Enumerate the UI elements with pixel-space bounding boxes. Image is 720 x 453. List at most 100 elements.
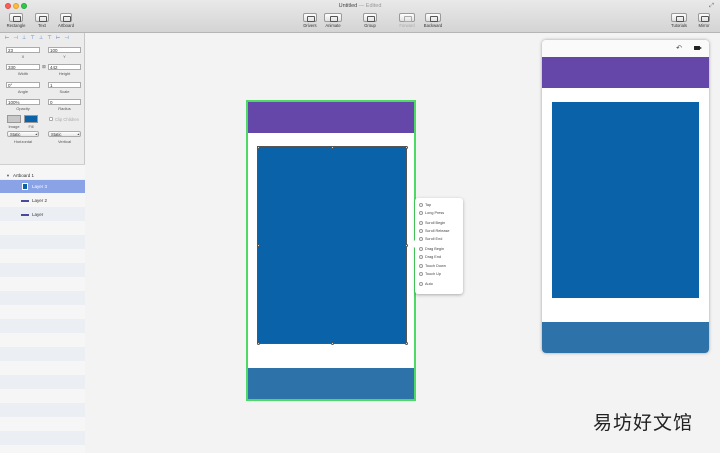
backward-button[interactable]: Backward xyxy=(420,13,446,28)
rectangle-icon xyxy=(9,13,23,22)
preview-device[interactable]: ↶ xyxy=(542,40,709,353)
artboard-layer-name: Artboard 1 xyxy=(12,173,34,178)
trigger-label: Scroll Release xyxy=(425,229,450,233)
trigger-scroll-end[interactable]: Scroll End xyxy=(419,237,442,241)
rectangle-thumbnail-icon xyxy=(22,183,28,190)
distribute-vertical-icon[interactable]: ⊣ xyxy=(64,36,70,41)
artboard-tool-button[interactable]: Artboard xyxy=(55,13,77,28)
trigger-scroll-release[interactable]: Scroll Release xyxy=(419,229,449,233)
trigger-auto[interactable]: Auto xyxy=(419,282,433,286)
resize-handle-bottom[interactable] xyxy=(331,342,334,345)
align-right-icon[interactable]: ⊥ xyxy=(21,36,27,41)
trigger-touch-down[interactable]: Touch Down xyxy=(419,264,446,268)
angle-field[interactable]: 0° xyxy=(6,82,40,88)
layer-row-layer[interactable]: Layer xyxy=(0,208,85,221)
forward-button[interactable]: Forward xyxy=(396,13,418,28)
drivers-button[interactable]: Drivers xyxy=(300,13,320,28)
align-middle-icon[interactable]: ⊥ xyxy=(38,36,44,41)
layer-row-layer-2[interactable]: Layer 2 xyxy=(0,194,85,207)
radio-icon xyxy=(419,229,423,233)
width-field[interactable]: 330 xyxy=(6,64,40,70)
scale-field[interactable]: 1 xyxy=(48,82,81,88)
trigger-tap[interactable]: Tap xyxy=(419,203,431,207)
preview-rectangle-layer[interactable] xyxy=(552,102,699,298)
resize-handle-top-right[interactable] xyxy=(405,146,408,149)
text-tool-label: Text xyxy=(38,23,46,28)
fill-swatch[interactable] xyxy=(24,115,38,123)
reset-icon[interactable]: ↶ xyxy=(676,44,682,52)
rectangle-tool-label: Rectangle xyxy=(6,23,26,28)
height-field[interactable]: 442 xyxy=(48,64,81,70)
artboard-header-layer[interactable] xyxy=(248,102,414,133)
trigger-label: Scroll End xyxy=(425,237,443,241)
preview-header-layer xyxy=(542,57,709,88)
trigger-label: Auto xyxy=(425,282,433,286)
fill-label: Fill xyxy=(28,124,34,129)
distribute-horizontal-icon[interactable]: ⊢ xyxy=(55,36,61,41)
animate-label: Animate xyxy=(325,23,341,28)
align-bottom-icon[interactable]: ⊤ xyxy=(47,36,53,41)
backward-label: Backward xyxy=(423,23,443,28)
preview-pane: ↶ xyxy=(535,33,720,453)
trigger-label: Drag End xyxy=(425,255,442,259)
radio-icon xyxy=(419,237,423,241)
artboard-footer-layer[interactable] xyxy=(248,368,414,399)
radio-icon xyxy=(419,211,423,215)
align-center-icon[interactable]: ⊣ xyxy=(13,36,19,41)
layer-row-layer-3[interactable]: Layer 3 xyxy=(0,180,85,193)
artboard-1[interactable] xyxy=(246,100,416,401)
selected-rectangle-layer[interactable] xyxy=(257,146,407,344)
watermark-text: 易坊好文馆 xyxy=(592,412,693,434)
lock-aspect-icon[interactable]: ⊠ xyxy=(42,64,46,70)
artboard-icon xyxy=(60,13,72,22)
text-tool-button[interactable]: Text xyxy=(33,13,51,28)
record-video-icon[interactable] xyxy=(694,46,702,50)
fullscreen-icon[interactable]: ⤢ xyxy=(709,3,714,10)
image-label: Image xyxy=(8,124,20,129)
width-label: Width xyxy=(17,71,29,76)
trigger-label: Touch Down xyxy=(425,264,446,268)
window-titlebar: Untitled — Edited ⤢ Rectangle Text Artbo… xyxy=(0,0,720,33)
animate-icon xyxy=(324,13,342,22)
animate-button[interactable]: Animate xyxy=(321,13,345,28)
rectangle-tool-button[interactable]: Rectangle xyxy=(5,13,27,28)
horizontal-constraint-select[interactable]: Static xyxy=(7,131,39,138)
resize-handle-top-left[interactable] xyxy=(257,146,260,149)
trigger-touch-up[interactable]: Touch Up xyxy=(419,272,441,276)
vertical-constraint-select[interactable]: Static xyxy=(48,131,81,138)
align-top-icon[interactable]: ⊤ xyxy=(30,36,36,41)
resize-handle-right[interactable] xyxy=(405,244,408,247)
horizontal-label: Horizontal xyxy=(13,139,32,144)
tutorials-icon xyxy=(671,13,687,22)
group-label: Group xyxy=(364,23,376,28)
resize-handle-bottom-right[interactable] xyxy=(405,342,408,345)
radio-icon xyxy=(419,264,423,268)
radio-icon xyxy=(419,221,423,225)
resize-handle-bottom-left[interactable] xyxy=(257,342,260,345)
resize-handle-top[interactable] xyxy=(331,146,334,149)
design-canvas[interactable]: Tap Long Press Scroll Begin Scroll Relea… xyxy=(85,33,535,453)
radius-field[interactable]: 0 xyxy=(48,99,81,105)
backward-icon xyxy=(425,13,441,22)
clip-children-checkbox[interactable] xyxy=(49,117,53,121)
layer-name: Layer 2 xyxy=(32,198,48,203)
image-swatch[interactable] xyxy=(7,115,21,123)
trigger-label: Touch Up xyxy=(425,272,442,276)
mirror-button[interactable]: Mirror xyxy=(694,13,714,28)
x-field[interactable]: 23 xyxy=(6,47,40,53)
y-field[interactable]: 100 xyxy=(48,47,81,53)
opacity-field[interactable]: 100% xyxy=(6,99,40,105)
trigger-drag-begin[interactable]: Drag Begin xyxy=(419,247,444,251)
layers-panel: ▼ Artboard 1 Layer 3 Layer 2 Layer xyxy=(0,164,85,453)
align-left-icon[interactable]: ⊢ xyxy=(4,36,10,41)
trigger-label: Long Press xyxy=(425,211,445,215)
resize-handle-left[interactable] xyxy=(257,244,260,247)
trigger-drag-end[interactable]: Drag End xyxy=(419,255,441,259)
preview-footer-layer xyxy=(542,322,709,353)
tutorials-button[interactable]: Tutorials xyxy=(668,13,690,28)
trigger-scroll-begin[interactable]: Scroll Begin xyxy=(419,221,445,225)
layer-name: Layer xyxy=(32,212,44,217)
group-button[interactable]: Group xyxy=(360,13,380,28)
trigger-long-press[interactable]: Long Press xyxy=(419,211,444,215)
group-icon xyxy=(363,13,377,22)
